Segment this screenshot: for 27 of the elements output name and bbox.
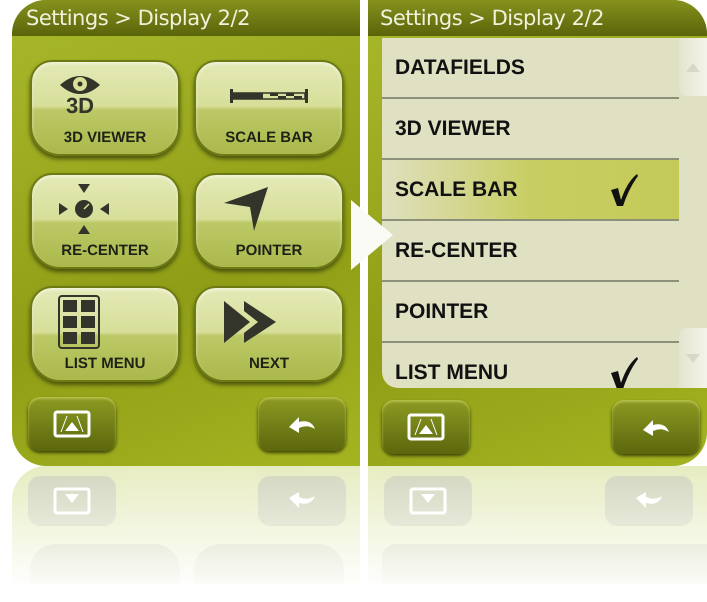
map-view-icon bbox=[53, 487, 91, 515]
grid-icon bbox=[58, 294, 100, 348]
down-arrow-icon bbox=[686, 354, 700, 362]
list-item[interactable]: POINTER bbox=[382, 282, 679, 343]
menu-tile-button[interactable]: RE-CENTER bbox=[30, 173, 180, 269]
map-view-button[interactable] bbox=[382, 400, 470, 454]
screen-title: Settings > Display 2/2 bbox=[12, 0, 360, 36]
menu-tile-button[interactable]: 3D 3D VIEWER bbox=[30, 60, 180, 156]
recenter-icon bbox=[58, 182, 110, 234]
map-view-icon bbox=[409, 487, 447, 515]
arrow-icon bbox=[349, 198, 395, 272]
menu-tile-button[interactable]: POINTER bbox=[194, 173, 344, 269]
menu-tile-button[interactable]: LIST MENU bbox=[30, 286, 180, 382]
fast-forward-icon bbox=[222, 298, 278, 344]
screen-title: Settings > Display 2/2 bbox=[368, 0, 707, 36]
pointer-arrow-icon bbox=[222, 184, 270, 232]
map-view-icon bbox=[407, 413, 445, 441]
map-view-button[interactable] bbox=[28, 397, 116, 451]
list-item[interactable]: SCALE BAR bbox=[382, 160, 679, 221]
menu-tile-button[interactable]: SCALE BAR bbox=[194, 60, 344, 156]
up-arrow-icon bbox=[686, 62, 700, 72]
back-button[interactable] bbox=[612, 400, 700, 454]
scale-bar-icon bbox=[230, 88, 308, 104]
icon-label: 3D bbox=[66, 92, 94, 118]
map-view-icon bbox=[53, 410, 91, 438]
back-button[interactable] bbox=[258, 397, 346, 451]
menu-tile-button[interactable]: NEXT bbox=[194, 286, 344, 382]
